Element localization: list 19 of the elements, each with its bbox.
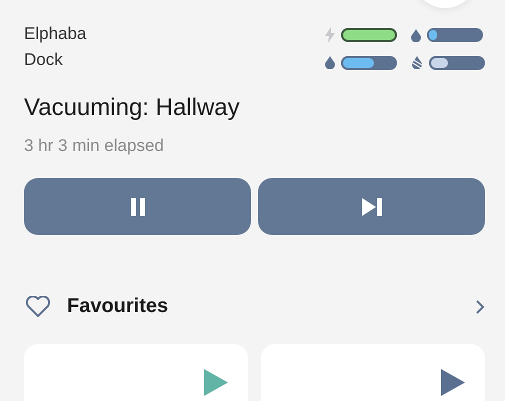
heart-icon xyxy=(25,296,51,318)
pause-button[interactable] xyxy=(24,178,251,235)
play-icon[interactable] xyxy=(204,369,228,396)
elapsed-time: 3 hr 3 min elapsed xyxy=(24,136,165,156)
water-drop-icon xyxy=(411,28,421,42)
robot-location: Dock xyxy=(24,50,64,70)
water-drop-icon xyxy=(325,56,335,70)
chevron-right-icon[interactable] xyxy=(475,298,485,314)
status-title: Vacuuming: Hallway xyxy=(24,94,241,122)
play-icon[interactable] xyxy=(441,369,465,396)
striped-drop-icon xyxy=(411,56,423,70)
lightning-icon xyxy=(325,27,335,44)
favourites-title: Favourites xyxy=(67,295,170,318)
pause-icon xyxy=(130,198,146,216)
favourite-card[interactable] xyxy=(261,344,485,401)
favourite-card[interactable] xyxy=(24,344,248,401)
robot-name: Elphaba xyxy=(24,24,86,44)
skip-button[interactable] xyxy=(258,178,485,235)
skip-next-icon xyxy=(362,198,382,216)
